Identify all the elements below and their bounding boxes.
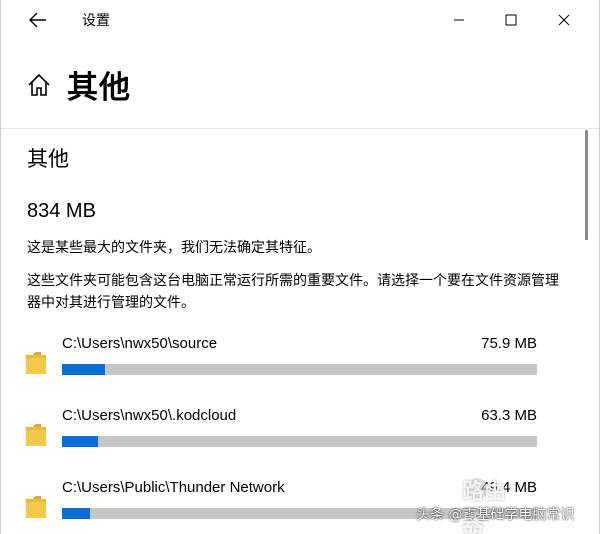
- maximize-icon: [505, 14, 517, 26]
- total-size: 834 MB: [27, 200, 96, 222]
- page-title: 其他: [67, 70, 131, 106]
- title-bar: 设置: [0, 0, 600, 40]
- scrollbar[interactable]: [585, 130, 588, 240]
- back-arrow-icon: [29, 12, 46, 28]
- folder-size: 75.9 MB: [481, 335, 537, 352]
- usage-bar-fill: [62, 364, 105, 375]
- minimize-icon: [454, 19, 464, 21]
- close-button[interactable]: [541, 0, 587, 40]
- settings-window: 设置 其他 其他 834 MB 这是某些最大的文件夹，我们无法确定其特征。 这些…: [0, 0, 600, 534]
- home-icon: [28, 73, 50, 96]
- usage-bar-fill: [62, 508, 91, 519]
- folder-path: C:\Users\Public\Thunder Network: [62, 479, 285, 496]
- watermark-logo: 路由器: [462, 480, 507, 534]
- minimize-button[interactable]: [436, 0, 482, 40]
- section-title: 其他: [27, 147, 69, 171]
- back-button[interactable]: [22, 4, 54, 36]
- folder-icon: [24, 493, 48, 519]
- home-button[interactable]: [26, 72, 54, 100]
- folder-icon: [24, 349, 48, 375]
- window-title: 设置: [82, 13, 110, 29]
- folder-row[interactable]: C:\Users\nwx50\source 75.9 MB: [24, 335, 544, 395]
- usage-bar: [62, 436, 537, 447]
- close-icon: [558, 14, 570, 26]
- window-border-left: [0, 0, 1, 534]
- usage-bar-fill: [62, 436, 99, 447]
- description-text: 这是某些最大的文件夹，我们无法确定其特征。: [27, 240, 321, 256]
- header-divider: [1, 128, 599, 129]
- maximize-button[interactable]: [488, 0, 534, 40]
- folder-row[interactable]: C:\Users\nwx50\.kodcloud 63.3 MB: [24, 407, 544, 467]
- folder-size: 63.3 MB: [481, 407, 537, 424]
- folder-path: C:\Users\nwx50\.kodcloud: [62, 407, 237, 424]
- folder-icon: [24, 421, 48, 447]
- folder-path: C:\Users\nwx50\source: [62, 335, 218, 352]
- description-text-detail: 这些文件夹可能包含这台电脑正常运行所需的重要文件。请选择一个要在文件资源管理器中…: [27, 273, 559, 311]
- usage-bar: [62, 364, 537, 375]
- watermark-caption: 头条 @零基础学电脑常识: [416, 507, 575, 523]
